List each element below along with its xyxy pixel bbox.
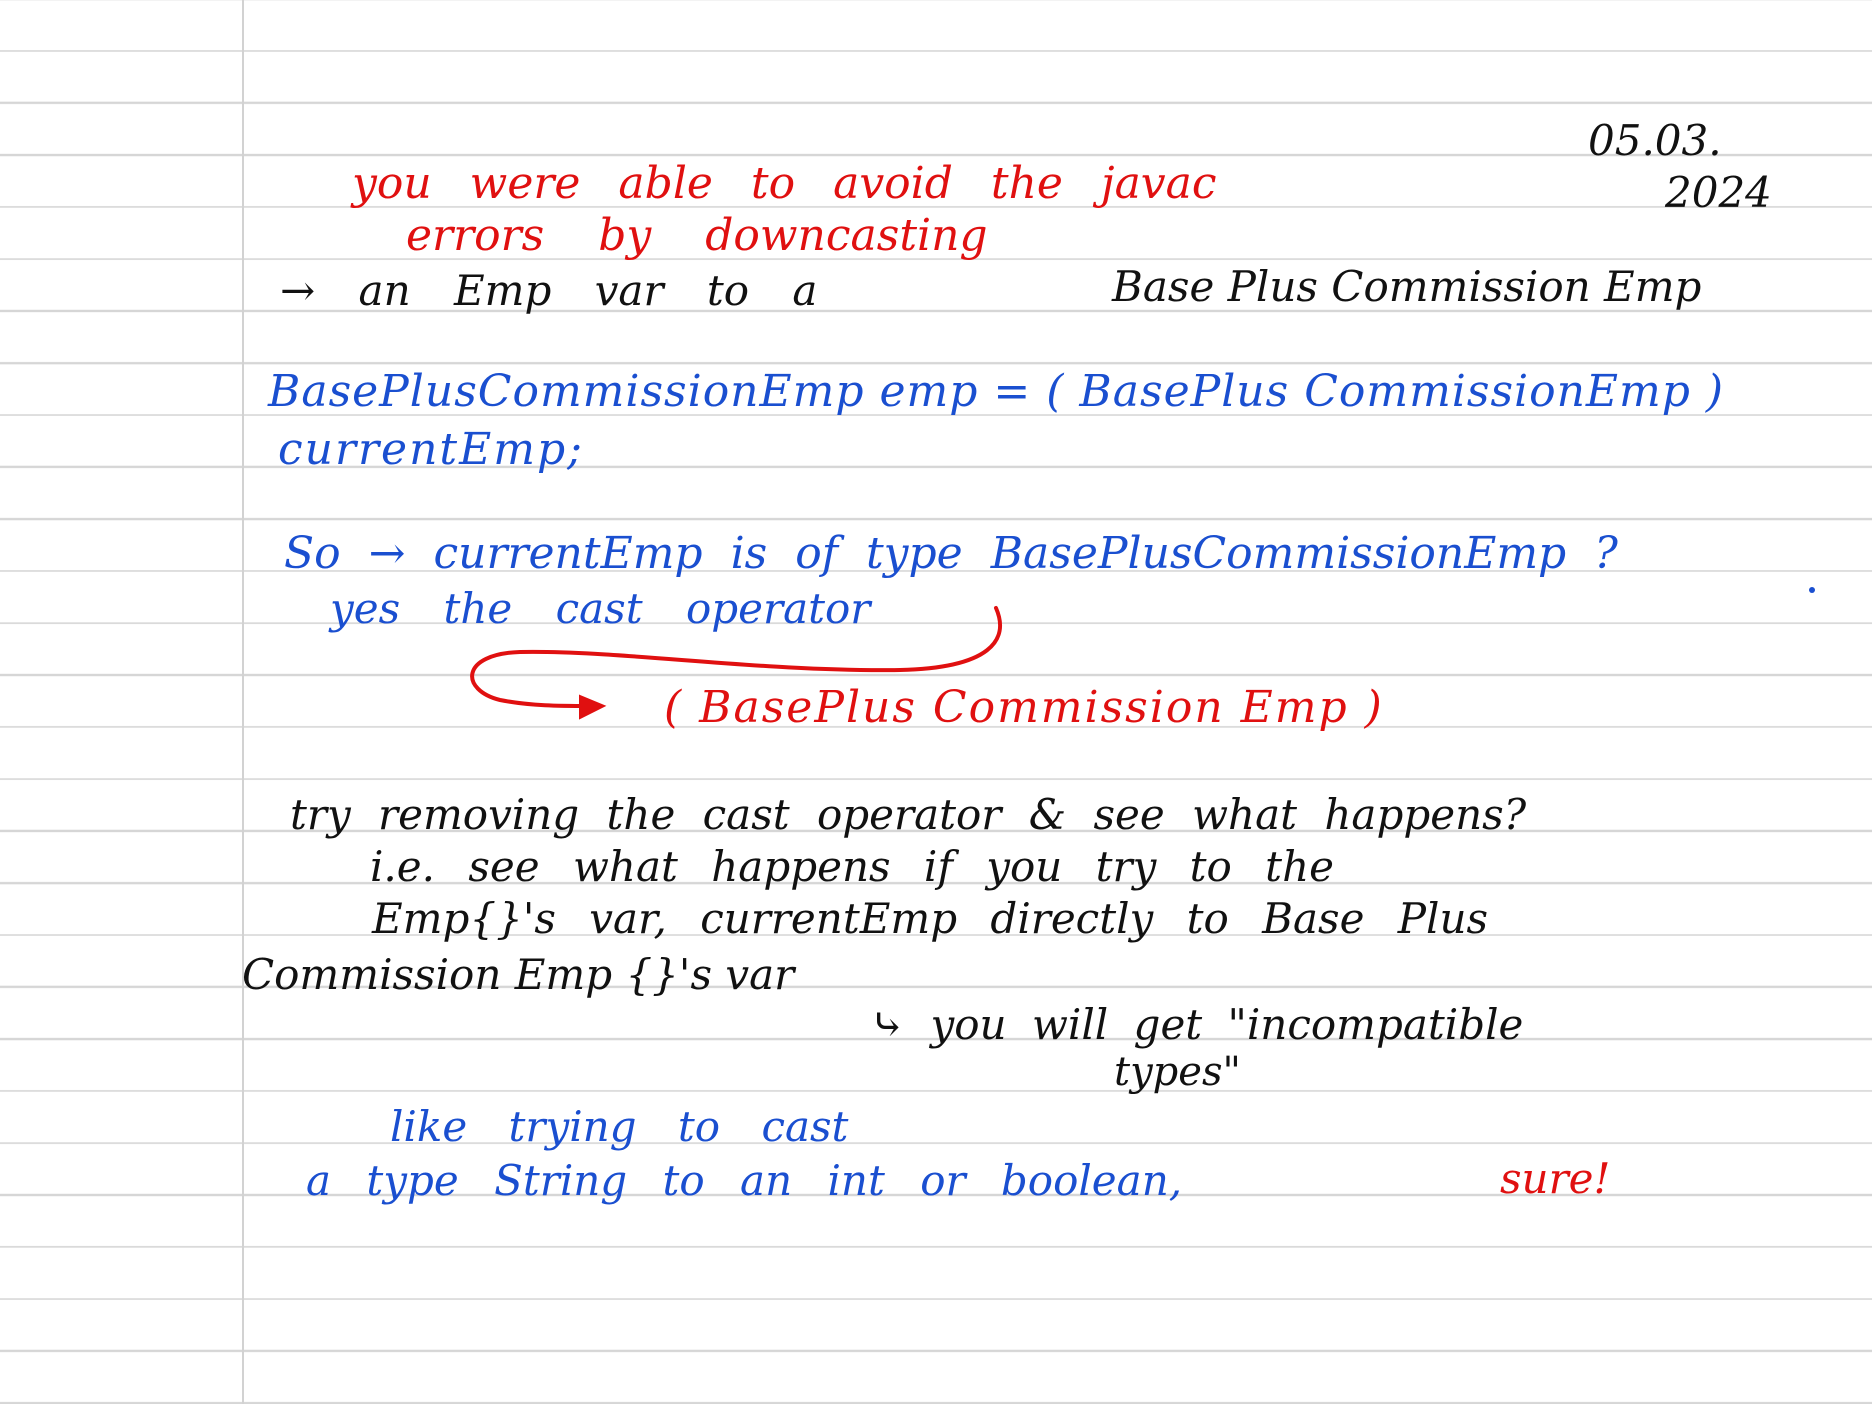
ink-strokes [470, 587, 1815, 720]
loop-arrowhead [579, 694, 607, 720]
notebook-page: 05.03. 2024 you were able to avoid the j… [0, 0, 1872, 1404]
question-dot [1809, 587, 1815, 593]
loop-arrow-stroke [470, 606, 1002, 708]
